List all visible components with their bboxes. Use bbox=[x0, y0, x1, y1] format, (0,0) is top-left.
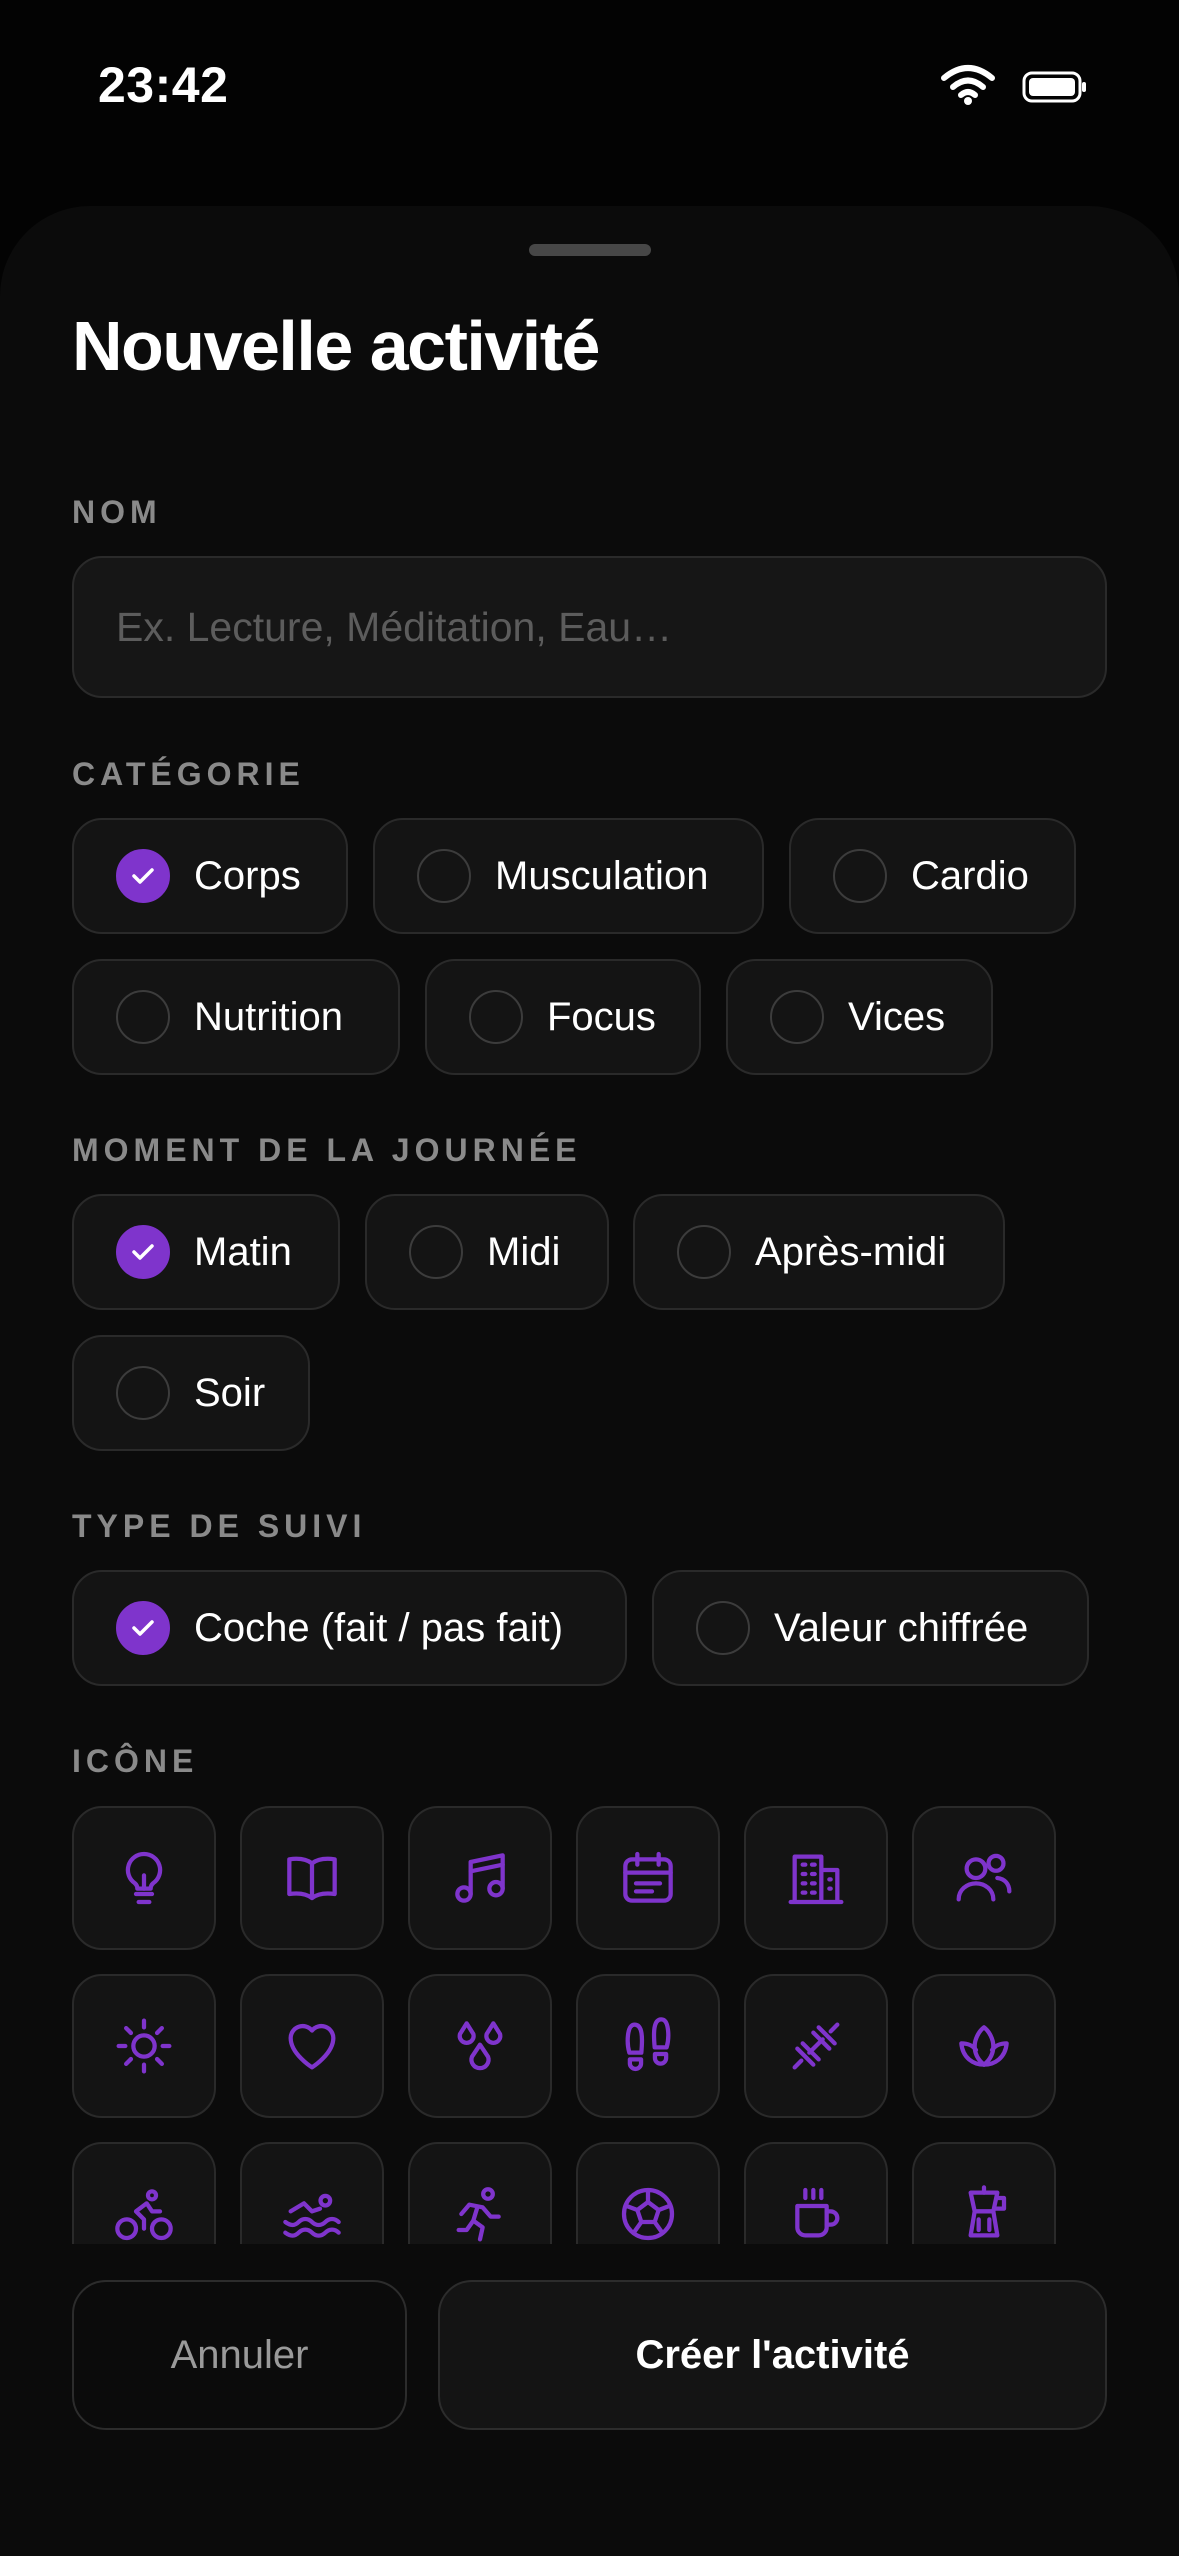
time-chip-matin[interactable]: Matin bbox=[72, 1194, 340, 1310]
bike-icon bbox=[115, 2189, 173, 2241]
icon-option-building[interactable] bbox=[744, 1806, 888, 1950]
users-icon bbox=[956, 1853, 1012, 1902]
radio-icon bbox=[409, 1225, 463, 1279]
droplets-icon bbox=[457, 2021, 503, 2071]
book-icon bbox=[287, 1856, 337, 1901]
ball-icon bbox=[621, 2187, 675, 2241]
category-chip-corps[interactable]: Corps bbox=[72, 818, 348, 934]
icon-option-droplets[interactable] bbox=[408, 1974, 552, 2118]
time-of-day-section-label: MOMENT DE LA JOURNÉE bbox=[72, 1132, 582, 1168]
icon-option-heart[interactable] bbox=[240, 1974, 384, 2118]
footprints-icon bbox=[625, 2017, 671, 2071]
chip-label: Focus bbox=[547, 994, 656, 1039]
radio-icon bbox=[116, 1366, 170, 1420]
music-icon bbox=[455, 1853, 505, 1903]
chip-label: Coche (fait / pas fait) bbox=[194, 1605, 564, 1650]
time-chip-soir[interactable]: Soir bbox=[72, 1335, 310, 1451]
category-chip-musculation[interactable]: Musculation bbox=[373, 818, 764, 934]
icon-section-label: ICÔNE bbox=[72, 1743, 199, 1779]
category-chip-nutrition[interactable]: Nutrition bbox=[72, 959, 400, 1075]
category-chip-vices[interactable]: Vices bbox=[726, 959, 993, 1075]
chip-label: Matin bbox=[194, 1229, 292, 1274]
check-icon bbox=[116, 1225, 170, 1279]
radio-icon bbox=[696, 1601, 750, 1655]
check-icon bbox=[116, 849, 170, 903]
status-time: 23:42 bbox=[98, 57, 229, 113]
chip-label: Soir bbox=[194, 1370, 266, 1415]
icon-option-music[interactable] bbox=[408, 1806, 552, 1950]
tracking-chip-checkbox[interactable]: Coche (fait / pas fait) bbox=[72, 1570, 627, 1686]
coffee-icon bbox=[795, 2187, 840, 2238]
radio-icon bbox=[116, 990, 170, 1044]
icon-option-dumbbell[interactable] bbox=[744, 1974, 888, 2118]
lightbulb-icon bbox=[125, 1851, 163, 1905]
lotus-icon bbox=[959, 2025, 1009, 2067]
calendar-icon bbox=[623, 1851, 673, 1903]
radio-icon bbox=[469, 990, 523, 1044]
chip-label: Vices bbox=[848, 994, 946, 1039]
icon-option-footprints[interactable] bbox=[576, 1974, 720, 2118]
dumbbell-icon bbox=[792, 2022, 840, 2070]
tracking-chip-numeric[interactable]: Valeur chiffrée bbox=[652, 1570, 1089, 1686]
icon-option-sun[interactable] bbox=[72, 1974, 216, 2118]
new-activity-sheet: Nouvelle activité NOM CATÉGORIE Corps Mu… bbox=[0, 206, 1179, 2556]
status-bar: 23:42 bbox=[0, 0, 1179, 180]
category-section-label: CATÉGORIE bbox=[72, 756, 305, 792]
chip-label: Après-midi bbox=[755, 1229, 947, 1274]
heart-icon bbox=[288, 2023, 336, 2070]
category-chip-cardio[interactable]: Cardio bbox=[789, 818, 1076, 934]
icon-option-lightbulb[interactable] bbox=[72, 1806, 216, 1950]
wifi-icon bbox=[941, 65, 995, 105]
building-icon bbox=[788, 1854, 844, 1905]
cancel-button[interactable]: Annuler bbox=[72, 2280, 407, 2430]
sun-icon bbox=[116, 2018, 172, 2074]
chip-label: Musculation bbox=[495, 853, 709, 898]
category-chip-focus[interactable]: Focus bbox=[425, 959, 701, 1075]
chip-label: Corps bbox=[194, 853, 301, 898]
chip-label: Midi bbox=[487, 1229, 561, 1274]
radio-icon bbox=[417, 849, 471, 903]
run-icon bbox=[456, 2187, 501, 2242]
icon-option-calendar[interactable] bbox=[576, 1806, 720, 1950]
tracking-type-section-label: TYPE DE SUIVI bbox=[72, 1508, 367, 1544]
chip-label: Nutrition bbox=[194, 994, 343, 1039]
icon-option-users[interactable] bbox=[912, 1806, 1056, 1950]
time-chip-midi[interactable]: Midi bbox=[365, 1194, 609, 1310]
radio-icon bbox=[677, 1225, 731, 1279]
chip-label: Cardio bbox=[911, 853, 1029, 898]
radio-icon bbox=[770, 990, 824, 1044]
icon-option-lotus[interactable] bbox=[912, 1974, 1056, 2118]
name-section-label: NOM bbox=[72, 494, 162, 530]
battery-icon bbox=[1022, 71, 1086, 103]
icon-option-book[interactable] bbox=[240, 1806, 384, 1950]
radio-icon bbox=[833, 849, 887, 903]
time-chip-apres-midi[interactable]: Après-midi bbox=[633, 1194, 1005, 1310]
sheet-grabber[interactable] bbox=[529, 244, 651, 256]
create-activity-button[interactable]: Créer l'activité bbox=[438, 2280, 1107, 2430]
check-icon bbox=[116, 1601, 170, 1655]
swim-icon bbox=[283, 2193, 341, 2238]
moka-pot-icon bbox=[968, 2185, 1007, 2238]
chip-label: Valeur chiffrée bbox=[774, 1605, 1029, 1650]
activity-name-input[interactable] bbox=[72, 556, 1107, 698]
sheet-title: Nouvelle activité bbox=[72, 307, 600, 385]
